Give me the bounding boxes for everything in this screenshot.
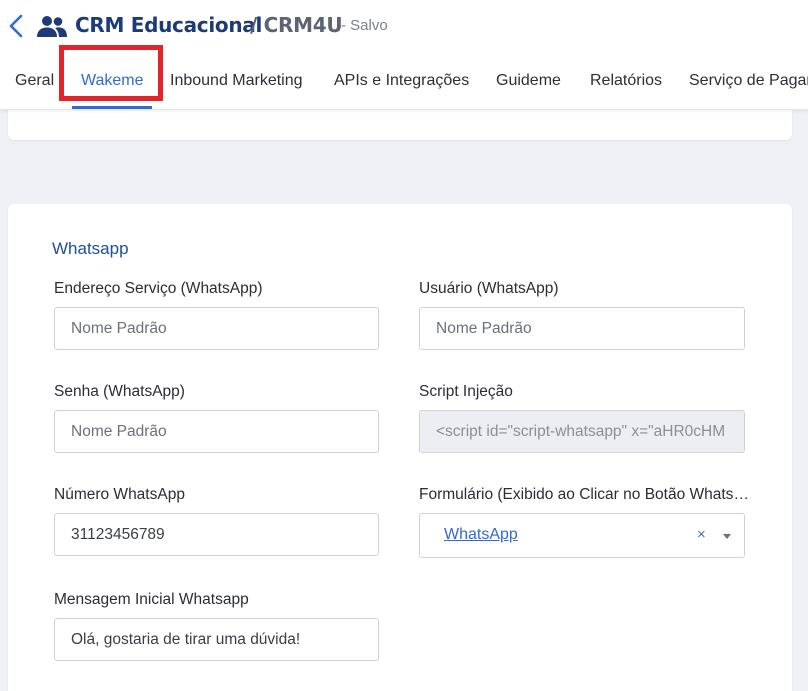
people-icon xyxy=(37,16,67,37)
tab-wakeme[interactable]: Wakeme xyxy=(81,72,144,90)
usuario-field[interactable]: Nome Padrão xyxy=(419,307,745,350)
senha-label: Senha (WhatsApp) xyxy=(54,383,185,400)
tab-geral[interactable]: Geral xyxy=(15,72,54,90)
mensagem-label: Mensagem Inicial Whatsapp xyxy=(54,591,249,608)
clear-icon[interactable]: × xyxy=(697,526,706,543)
chevron-left-icon[interactable] xyxy=(6,12,28,40)
tab-apis-integracoes[interactable]: APIs e Integrações xyxy=(334,72,469,90)
endereco-label: Endereço Serviço (WhatsApp) xyxy=(54,280,263,297)
endereco-field[interactable]: Nome Padrão xyxy=(54,307,379,350)
senha-field[interactable]: Nome Padrão xyxy=(54,410,379,453)
tab-inbound-marketing[interactable]: Inbound Marketing xyxy=(170,72,303,90)
formulario-select[interactable]: WhatsApp × xyxy=(419,513,745,558)
title-row: CRM Educacional / CRM4U - Salvo xyxy=(0,8,808,44)
tab-bar: Geral Wakeme Inbound Marketing APIs e In… xyxy=(0,60,808,110)
script-field: <script id="script-whatsapp" x="aHR0cHM xyxy=(419,410,745,453)
numero-field[interactable]: 31123456789 xyxy=(54,513,379,556)
save-status: - Salvo xyxy=(341,17,388,34)
caret-down-icon[interactable] xyxy=(723,534,731,539)
formulario-label: Formulário (Exibido ao Clicar no Botão W… xyxy=(419,486,755,503)
tab-guideme[interactable]: Guideme xyxy=(496,72,561,90)
mensagem-field[interactable]: Olá, gostaria de tirar uma dúvida! xyxy=(54,618,379,661)
top-bar: CRM Educacional / CRM4U - Salvo Geral Wa… xyxy=(0,0,808,110)
section-title: Whatsapp xyxy=(52,239,129,258)
usuario-label: Usuário (WhatsApp) xyxy=(419,280,559,297)
script-label: Script Injeção xyxy=(419,383,513,400)
numero-label: Número WhatsApp xyxy=(54,486,185,503)
tab-relatorios[interactable]: Relatórios xyxy=(590,72,662,90)
tab-servico-pagamento[interactable]: Serviço de Pagamento xyxy=(689,72,808,90)
breadcrumb[interactable]: / CRM4U xyxy=(250,13,343,37)
active-tab-indicator xyxy=(72,106,152,109)
app-title: CRM Educacional xyxy=(75,13,263,37)
formulario-selected[interactable]: WhatsApp xyxy=(444,526,518,544)
